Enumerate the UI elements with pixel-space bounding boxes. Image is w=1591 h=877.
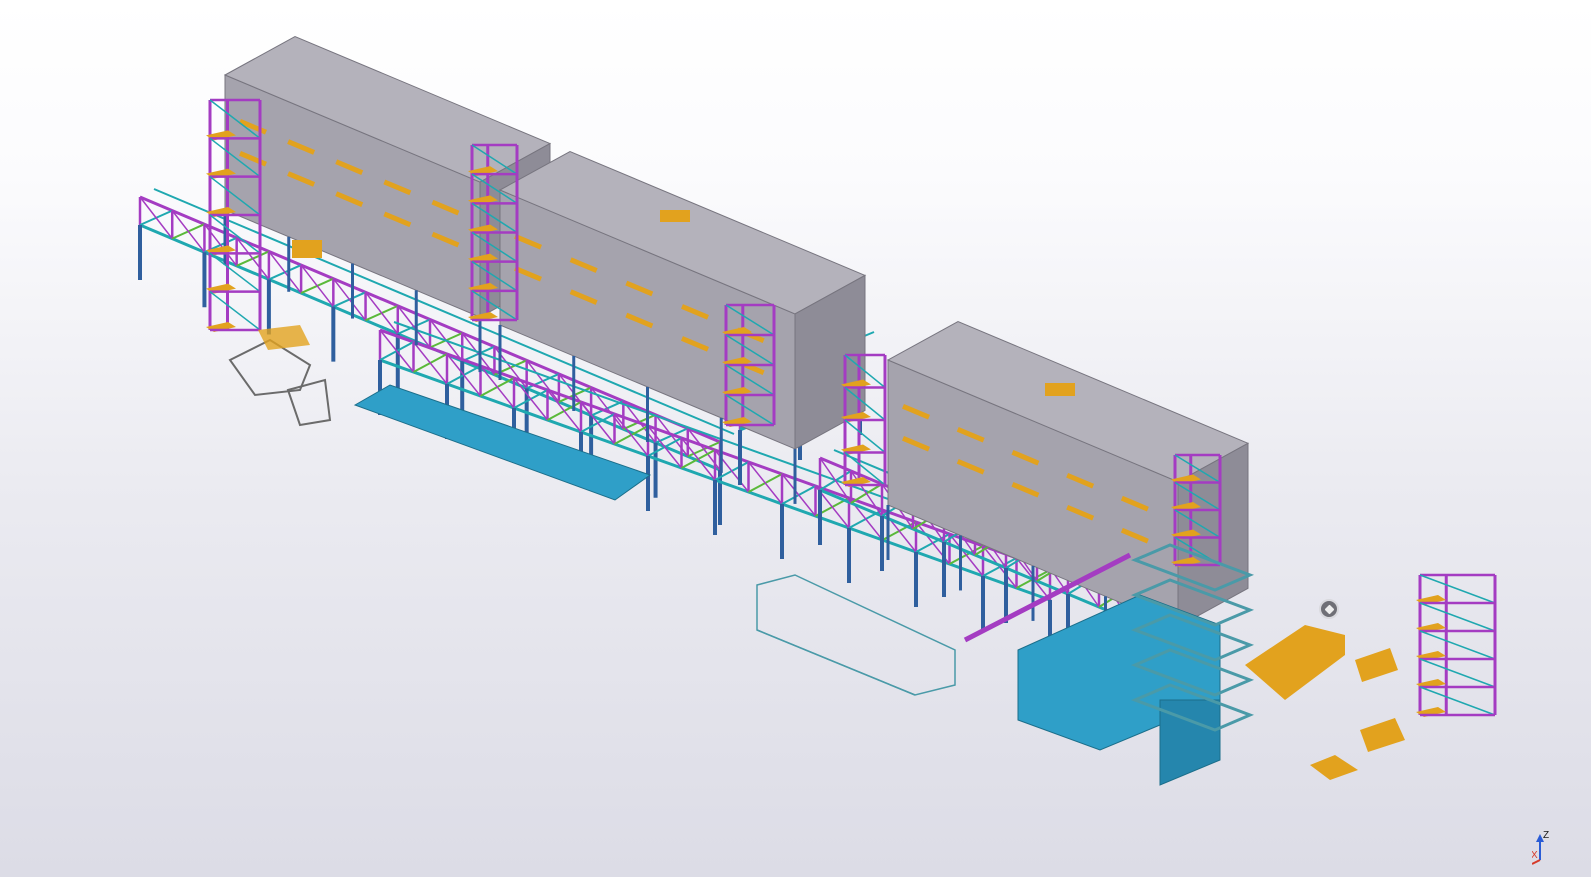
axis-z-label: Z (1543, 830, 1549, 841)
axis-triad-icon: Z X (1532, 830, 1549, 865)
small-stair-assembly (228, 325, 332, 427)
stair-frame (286, 378, 332, 427)
orange-deck-1 (1245, 625, 1345, 700)
orange-deck-3 (1355, 648, 1398, 682)
orange-deck-5 (292, 240, 322, 258)
feeder-frame-outline (756, 574, 956, 696)
axis-x-label: X (1532, 850, 1538, 861)
orange-deck-4 (1360, 718, 1405, 752)
feeder-frame-edge (756, 629, 916, 696)
stair-tower-6 (1416, 573, 1497, 717)
tower-brace (209, 291, 261, 331)
navigation-cube-icon[interactable] (1319, 599, 1339, 619)
roof-hatch-1 (660, 210, 690, 222)
equipment-frame (756, 574, 956, 696)
stair-landing (258, 325, 310, 350)
structural-model-3d-view[interactable] (0, 0, 1591, 877)
floor-slab-1 (353, 384, 652, 501)
model-viewport[interactable]: Z X (0, 0, 1591, 877)
roof-hatch-2 (1045, 383, 1075, 396)
cube-glyph (1324, 604, 1335, 615)
orange-deck-2 (1310, 755, 1358, 780)
